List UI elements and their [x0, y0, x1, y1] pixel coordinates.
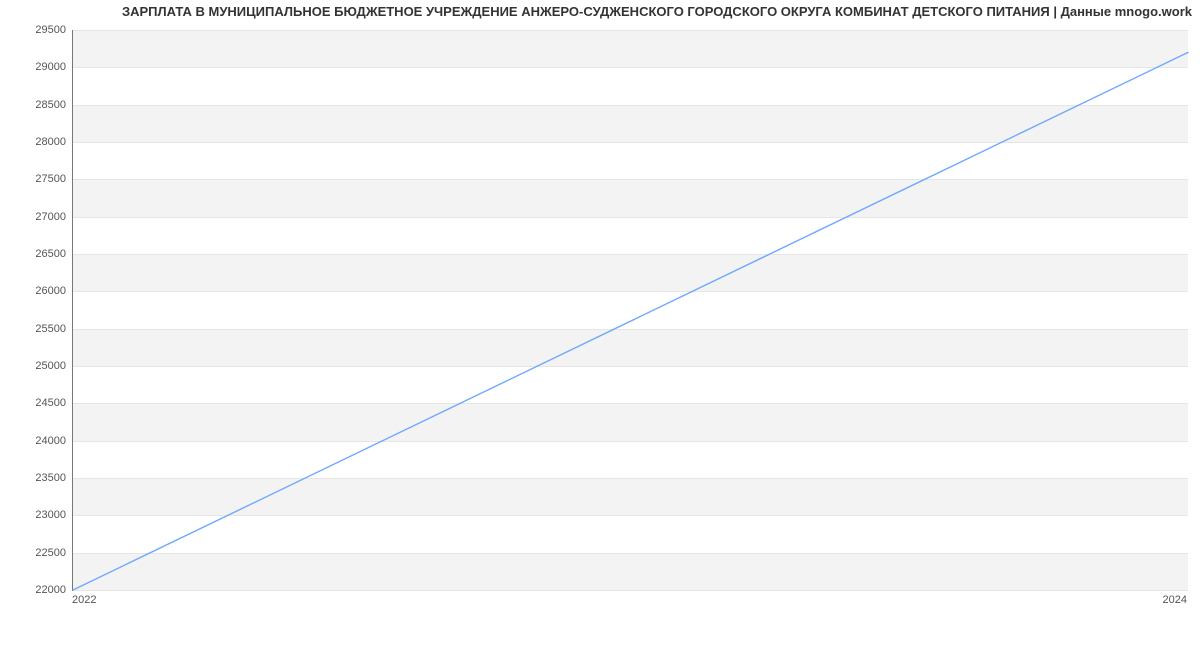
y-tick-label: 29500 — [6, 24, 66, 36]
y-tick-label: 26500 — [6, 248, 66, 260]
y-tick-label: 27500 — [6, 173, 66, 185]
y-tick-label: 29000 — [6, 61, 66, 73]
x-tick-label: 2024 — [1163, 594, 1187, 606]
chart-title: ЗАРПЛАТА В МУНИЦИПАЛЬНОЕ БЮДЖЕТНОЕ УЧРЕЖ… — [0, 4, 1192, 19]
y-tick-label: 26000 — [6, 285, 66, 297]
plot-area — [72, 30, 1188, 591]
y-tick-label: 28500 — [6, 99, 66, 111]
y-tick-label: 22000 — [6, 584, 66, 596]
y-tick-label: 27000 — [6, 211, 66, 223]
y-tick-label: 24000 — [6, 435, 66, 447]
line-series — [73, 30, 1188, 590]
y-tick-label: 24500 — [6, 397, 66, 409]
chart-container: ЗАРПЛАТА В МУНИЦИПАЛЬНОЕ БЮДЖЕТНОЕ УЧРЕЖ… — [0, 0, 1200, 650]
y-tick-label: 25500 — [6, 323, 66, 335]
y-tick-label: 23500 — [6, 472, 66, 484]
gridline — [73, 590, 1188, 591]
y-tick-label: 25000 — [6, 360, 66, 372]
y-tick-label: 22500 — [6, 547, 66, 559]
x-tick-label: 2022 — [72, 594, 96, 606]
y-tick-label: 28000 — [6, 136, 66, 148]
y-tick-label: 23000 — [6, 509, 66, 521]
